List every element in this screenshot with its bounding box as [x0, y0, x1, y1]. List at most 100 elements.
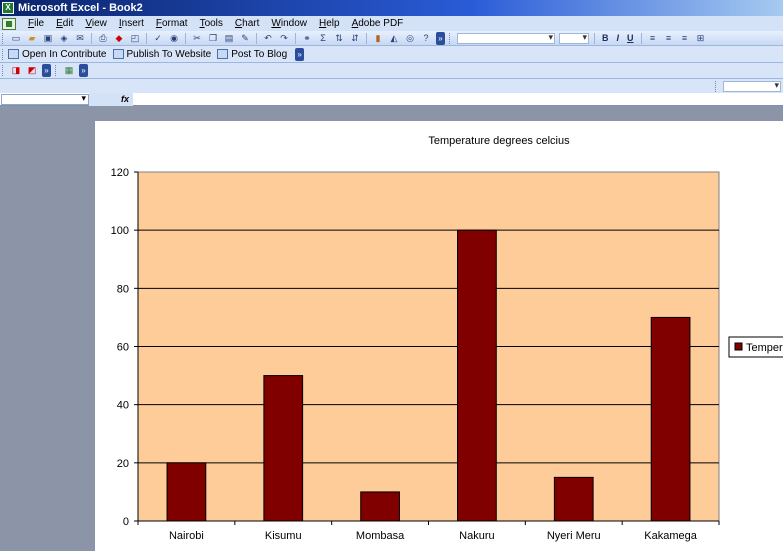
- email-icon[interactable]: ✉: [73, 32, 87, 44]
- formula-input[interactable]: [133, 93, 783, 106]
- pdf-icon[interactable]: ◆: [112, 32, 126, 44]
- contribute-icon: [8, 49, 19, 59]
- toolbar-options-icon[interactable]: »: [79, 64, 88, 77]
- open-in-contribute-label: Open In Contribute: [22, 48, 107, 60]
- y-tick-label: 60: [117, 342, 129, 354]
- format-painter-icon[interactable]: ✎: [238, 32, 252, 44]
- convert-and-email-icon[interactable]: ◩: [25, 65, 39, 77]
- align-center-icon[interactable]: ≡: [662, 32, 676, 44]
- permission-icon[interactable]: ◈: [57, 32, 71, 44]
- menu-view[interactable]: View: [79, 18, 113, 29]
- formula-bar: fx: [0, 92, 783, 106]
- window-title-bar: X Microsoft Excel - Book2: [0, 0, 783, 16]
- chart-sheet-area: Temperature degrees celcius 0 20 40 60 80 100…: [0, 107, 783, 551]
- toolbar-separator: [640, 32, 642, 44]
- toolbar-options-icon[interactable]: »: [436, 31, 445, 45]
- bar[interactable]: [360, 491, 400, 522]
- italic-button[interactable]: I: [613, 33, 624, 43]
- save-icon[interactable]: ▣: [41, 32, 55, 44]
- zoom-icon[interactable]: ◎: [403, 32, 417, 44]
- bar[interactable]: [457, 229, 497, 522]
- open-in-contribute-button[interactable]: Open In Contribute: [8, 49, 107, 60]
- menu-bar: File Edit View Insert Format Tools Chart…: [0, 16, 783, 31]
- bar[interactable]: [553, 476, 594, 522]
- align-right-icon[interactable]: ≡: [678, 32, 692, 44]
- sort-descending-icon[interactable]: ⇵: [348, 32, 362, 44]
- menu-file[interactable]: File: [22, 18, 50, 29]
- new-doc-icon[interactable]: ▭: [9, 32, 23, 44]
- legend-label: Temper: [746, 342, 783, 354]
- menu-insert[interactable]: Insert: [113, 18, 150, 29]
- merge-center-icon[interactable]: ⊞: [694, 32, 708, 44]
- print-preview-icon[interactable]: ◰: [128, 32, 142, 44]
- toolbar-options-icon[interactable]: »: [42, 64, 51, 77]
- copy-icon[interactable]: ❐: [206, 32, 220, 44]
- toolbar-grip[interactable]: [715, 80, 718, 92]
- toolbar-separator: [594, 32, 595, 44]
- menu-help[interactable]: Help: [313, 18, 346, 29]
- menu-edit[interactable]: Edit: [50, 18, 79, 29]
- print-icon[interactable]: ⎙: [96, 32, 110, 44]
- pdf-toolbar: ◨ ◩ » ▦ »: [0, 63, 783, 79]
- publish-icon: [112, 49, 124, 59]
- bar[interactable]: [166, 462, 207, 522]
- temperature-chart[interactable]: Temperature degrees celcius 0 20 40 60 80 100…: [95, 121, 783, 551]
- paste-icon[interactable]: ▤: [222, 32, 236, 44]
- chart-type-icon[interactable]: ▦: [62, 65, 76, 77]
- legend[interactable]: Temper: [728, 336, 783, 358]
- chart-wizard-icon[interactable]: ▮: [371, 32, 385, 44]
- x-tick-label: Mombasa: [356, 530, 405, 542]
- toolbar-options-icon[interactable]: »: [295, 47, 305, 61]
- drawing-icon[interactable]: ◭: [387, 32, 401, 44]
- undo-icon[interactable]: ↶: [261, 32, 275, 44]
- menu-tools[interactable]: Tools: [194, 18, 229, 29]
- bar[interactable]: [650, 316, 691, 522]
- chart-objects-combo[interactable]: [723, 80, 781, 92]
- x-axis[interactable]: Nairobi Kisumu Mombasa Nakuru Nyeri Meru Kaka…: [137, 520, 720, 542]
- hyperlink-icon[interactable]: ⚭: [300, 32, 314, 44]
- legend-swatch: [734, 342, 743, 351]
- underline-button[interactable]: U: [623, 33, 638, 43]
- post-to-blog-button[interactable]: Post To Blog: [217, 49, 287, 60]
- workbook-doc-icon[interactable]: [2, 17, 16, 30]
- x-tick-label: Nairobi: [169, 530, 204, 542]
- publish-to-website-button[interactable]: Publish To Website: [112, 48, 212, 60]
- toolbar-separator: [256, 32, 257, 44]
- chart-title[interactable]: Temperature degrees celcius: [428, 135, 570, 147]
- toolbar-grip[interactable]: [2, 48, 5, 60]
- x-tick-label: Nakuru: [459, 530, 494, 542]
- toolbar-grip[interactable]: [2, 65, 5, 76]
- bar[interactable]: [263, 375, 304, 522]
- toolbar-grip[interactable]: [2, 32, 5, 44]
- menu-format[interactable]: Format: [150, 18, 194, 29]
- y-tick-label: 120: [111, 167, 129, 179]
- toolbar-grip[interactable]: [449, 32, 452, 44]
- font-name-combo[interactable]: [457, 32, 555, 44]
- chart-page[interactable]: Temperature degrees celcius 0 20 40 60 80 100…: [95, 121, 783, 551]
- y-tick-label: 40: [117, 400, 129, 412]
- menu-window[interactable]: Window: [265, 18, 313, 29]
- bold-button[interactable]: B: [598, 33, 613, 43]
- sort-ascending-icon[interactable]: ⇅: [332, 32, 346, 44]
- name-box[interactable]: [1, 93, 89, 105]
- toolbar-grip[interactable]: [55, 65, 58, 76]
- y-tick-label: 20: [117, 458, 129, 470]
- help-icon[interactable]: ?: [419, 32, 433, 44]
- sheet-margin: [0, 107, 95, 551]
- open-folder-icon[interactable]: ▰: [25, 32, 39, 44]
- research-icon[interactable]: ◉: [167, 32, 181, 44]
- menu-adobe-pdf[interactable]: Adobe PDF: [346, 18, 410, 29]
- menu-chart[interactable]: Chart: [229, 18, 265, 29]
- autosum-icon[interactable]: Σ: [316, 32, 330, 44]
- spelling-icon[interactable]: ✓: [151, 32, 165, 44]
- convert-to-pdf-icon[interactable]: ◨: [9, 65, 23, 77]
- excel-app-icon[interactable]: X: [2, 2, 14, 14]
- toolbar-separator: [146, 32, 147, 44]
- publish-to-website-label: Publish To Website: [126, 48, 212, 60]
- cut-icon[interactable]: ✂: [190, 32, 204, 44]
- align-left-icon[interactable]: ≡: [646, 32, 660, 44]
- redo-icon[interactable]: ↷: [277, 32, 291, 44]
- y-axis[interactable]: 0 20 40 60 80 100 120: [111, 167, 139, 528]
- font-size-combo[interactable]: [559, 32, 589, 44]
- insert-function-icon[interactable]: fx: [89, 92, 133, 106]
